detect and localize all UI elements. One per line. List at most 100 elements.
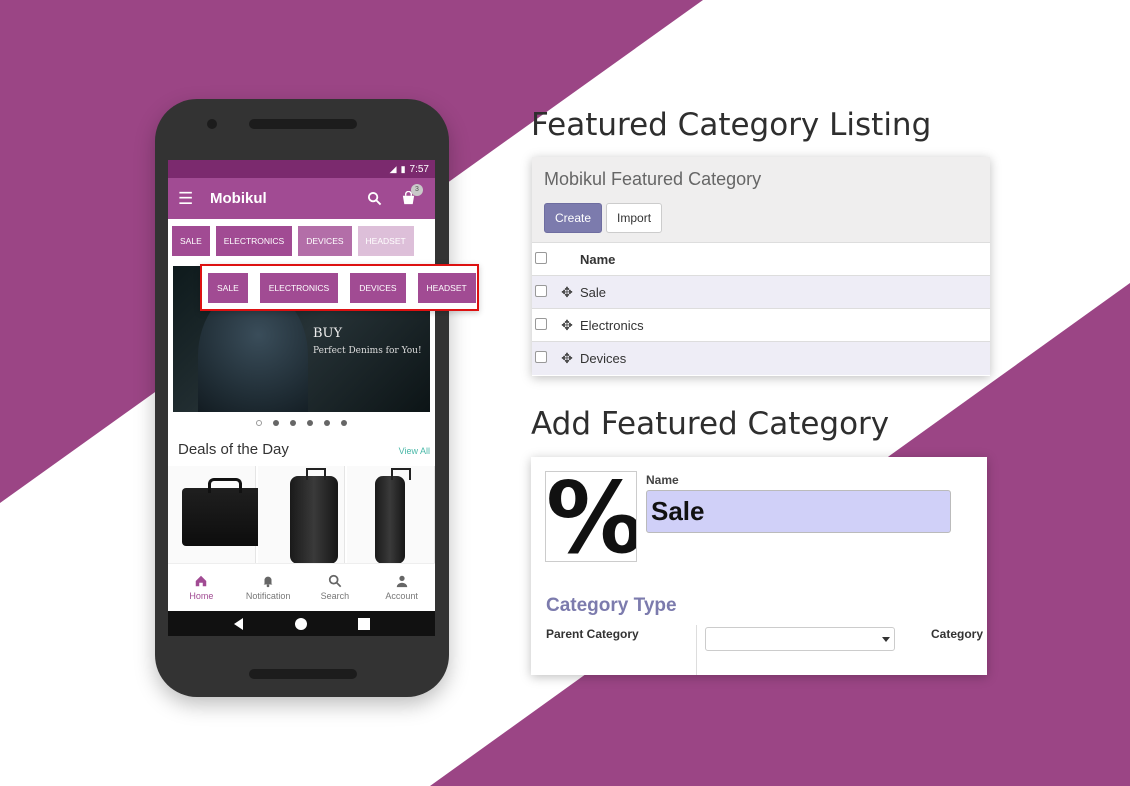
phone-mockup: ◢ ▮ 7:57 ☰ Mobikul 3 SALE ELECTRONICS DE…: [155, 99, 449, 697]
deals-products: [168, 466, 435, 566]
carousel-dot[interactable]: [273, 420, 279, 426]
account-icon: [396, 575, 407, 588]
cart-count-badge: 3: [411, 184, 423, 196]
row-name: Sale: [580, 275, 990, 309]
status-bar: ◢ ▮ 7:57: [168, 160, 435, 178]
table-row[interactable]: ✥ Electronics: [532, 308, 990, 342]
highlight-chip-electronics[interactable]: ELECTRONICS: [259, 272, 339, 303]
name-input[interactable]: Sale: [646, 490, 951, 533]
row-checkbox[interactable]: [535, 284, 547, 297]
phone-speaker: [249, 119, 357, 129]
product-card[interactable]: [168, 466, 262, 566]
listing-panel-header: Mobikul Featured Category Create Import: [532, 157, 990, 242]
form-heading: Add Featured Category: [531, 406, 890, 442]
search-icon: [328, 574, 342, 588]
add-category-form: % Name Sale Category Type Parent Categor…: [531, 457, 987, 675]
home-icon: [196, 575, 207, 587]
carousel-dot[interactable]: [256, 420, 262, 426]
column-name-header[interactable]: Name: [580, 242, 990, 276]
listing-heading: Featured Category Listing: [531, 107, 932, 143]
app-title: Mobikul: [210, 190, 267, 207]
nav-search-label: Search: [320, 591, 350, 601]
drag-column-header: [554, 242, 580, 276]
suitcase-image: [375, 468, 412, 564]
row-checkbox[interactable]: [535, 317, 547, 330]
highlight-chip-headset[interactable]: HEADSET: [417, 272, 476, 303]
banner-tagline: Perfect Denims for You!: [313, 346, 422, 356]
carousel-dot[interactable]: [341, 420, 347, 426]
carousel-dot[interactable]: [290, 420, 296, 426]
percent-icon: %: [546, 471, 637, 562]
back-icon[interactable]: [233, 617, 245, 630]
row-checkbox[interactable]: [535, 350, 547, 363]
product-card[interactable]: [257, 466, 346, 566]
drag-handle-icon[interactable]: ✥: [554, 341, 580, 375]
phone-camera: [207, 119, 217, 129]
name-label: Name: [646, 473, 679, 487]
highlighted-chips-callout: SALE ELECTRONICS DEVICES HEADSET: [200, 264, 479, 311]
carousel-dot[interactable]: [307, 420, 313, 426]
phone-speaker-bottom: [249, 669, 357, 679]
category-table: Name ✥ Sale ✥ Electronics ✥ Devices: [532, 242, 990, 375]
row-select-cell: [532, 341, 554, 375]
drag-handle-icon[interactable]: ✥: [554, 308, 580, 342]
nav-home[interactable]: Home: [168, 564, 235, 611]
banner-headline: BUY: [313, 326, 343, 341]
app-bar: ☰ Mobikul 3: [168, 178, 435, 219]
nav-account[interactable]: Account: [368, 564, 435, 611]
recents-icon[interactable]: [357, 617, 370, 630]
listing-panel: Mobikul Featured Category Create Import …: [532, 157, 990, 376]
row-name: Devices: [580, 341, 990, 375]
nav-search[interactable]: Search: [302, 564, 369, 611]
table-header-row: Name: [532, 242, 990, 276]
listing-panel-title: Mobikul Featured Category: [544, 169, 762, 189]
chevron-down-icon: [882, 637, 890, 642]
drag-handle-icon[interactable]: ✥: [554, 275, 580, 309]
highlight-chip-sale[interactable]: SALE: [208, 272, 248, 303]
phone-screen: ◢ ▮ 7:57 ☰ Mobikul 3 SALE ELECTRONICS DE…: [168, 160, 435, 636]
field-divider: [696, 625, 697, 675]
nav-account-label: Account: [385, 591, 418, 601]
chip-devices[interactable]: DEVICES: [298, 226, 352, 256]
category-image[interactable]: %: [545, 471, 637, 562]
row-name: Electronics: [580, 308, 990, 342]
nav-home-label: Home: [189, 591, 214, 601]
chip-electronics[interactable]: ELECTRONICS: [215, 226, 293, 256]
parent-category-label: Parent Category: [546, 627, 639, 641]
create-button[interactable]: Create: [544, 203, 603, 233]
deals-header: Deals of the Day View All: [178, 441, 430, 458]
bottom-navigation: Home Notification Search Account: [168, 563, 435, 611]
suitcase-image: [289, 468, 338, 564]
select-all-cell: [532, 242, 554, 276]
chip-headset[interactable]: HEADSET: [357, 226, 414, 256]
parent-category-select[interactable]: [705, 627, 895, 651]
cart-icon[interactable]: 3: [391, 184, 425, 206]
view-all-link[interactable]: View All: [399, 446, 430, 456]
category-label: Category: [931, 627, 984, 641]
bell-icon: [263, 576, 273, 588]
product-card[interactable]: [347, 466, 435, 566]
row-select-cell: [532, 308, 554, 342]
carousel-dots: [168, 420, 435, 426]
signal-icon: ◢: [389, 163, 397, 174]
hamburger-menu-icon[interactable]: ☰: [178, 189, 210, 209]
select-all-checkbox[interactable]: [535, 251, 547, 264]
table-row[interactable]: ✥ Devices: [532, 341, 990, 375]
home-circle-icon[interactable]: [295, 617, 308, 630]
listing-buttons: Create Import: [544, 203, 978, 233]
chip-sale[interactable]: SALE: [172, 226, 210, 256]
category-type-title: Category Type: [546, 595, 677, 616]
import-button[interactable]: Import: [606, 203, 663, 233]
system-nav-bar: [168, 611, 435, 636]
battery-icon: ▮: [400, 163, 406, 174]
briefcase-image: [182, 478, 262, 546]
nav-notification-label: Notification: [245, 591, 291, 601]
carousel-dot[interactable]: [324, 420, 330, 426]
status-time: 7:57: [409, 163, 429, 175]
nav-notification[interactable]: Notification: [235, 564, 302, 611]
search-icon[interactable]: [357, 191, 391, 206]
highlight-chip-devices[interactable]: DEVICES: [350, 272, 406, 303]
row-select-cell: [532, 275, 554, 309]
table-row[interactable]: ✥ Sale: [532, 275, 990, 309]
deals-title: Deals of the Day: [178, 441, 289, 458]
